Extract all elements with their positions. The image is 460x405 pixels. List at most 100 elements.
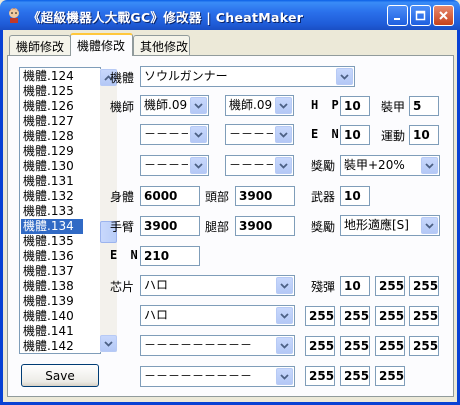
bonus2-label: 獎勵	[311, 220, 336, 234]
chevron-down-icon[interactable]	[275, 157, 292, 174]
save-button[interactable]: Save	[21, 364, 99, 387]
arm-label: 手臂	[110, 220, 135, 234]
ammo-input[interactable]: 255	[340, 306, 370, 326]
app-icon	[6, 7, 22, 23]
chevron-down-icon[interactable]	[421, 217, 438, 234]
ammo-input[interactable]: 255	[340, 336, 370, 356]
ammo-input[interactable]: 255	[375, 276, 405, 296]
list-item[interactable]: 機體.139	[21, 294, 83, 309]
list-item[interactable]: 機體.137	[21, 264, 83, 279]
en-label: E N	[110, 248, 141, 262]
pilot-select-2[interactable]: 機師.099	[225, 95, 294, 116]
chip-select-3[interactable]: －－－－－－－－－	[140, 335, 295, 356]
bonus1-label: 獎勵	[311, 159, 336, 173]
armor-input[interactable]: 5	[409, 96, 439, 116]
tab-pilot-edit[interactable]: 機師修改	[9, 35, 71, 55]
ammo-input[interactable]: 255	[409, 276, 439, 296]
mobility-label: 運動	[381, 129, 406, 143]
ammo-input[interactable]: 10	[340, 276, 370, 296]
list-item[interactable]: 機體.126	[21, 99, 83, 114]
bonus2-select[interactable]: 地形適應[S]	[340, 215, 440, 236]
list-item[interactable]: 機體.130	[21, 159, 83, 174]
pilot-select-3[interactable]: －－－－	[140, 124, 209, 145]
leg-input[interactable]: 3900	[235, 216, 295, 236]
leg-label: 腿部	[205, 220, 230, 234]
list-item[interactable]: 機體.135	[21, 234, 83, 249]
chevron-down-icon[interactable]	[276, 368, 293, 385]
list-item[interactable]: 機體.124	[21, 69, 83, 84]
chevron-down-icon[interactable]	[190, 157, 207, 174]
list-item[interactable]: 機體.125	[21, 84, 83, 99]
tab-other-edit[interactable]: 其他修改	[133, 35, 190, 55]
pilot-label: 機師	[110, 100, 135, 114]
ammo-input[interactable]: 255	[409, 336, 439, 356]
minimize-button[interactable]	[387, 5, 408, 26]
pilot-select-5[interactable]: －－－－	[140, 155, 209, 176]
weapon-input[interactable]: 10	[340, 186, 370, 206]
pilot-select-6[interactable]: －－－－	[225, 155, 294, 176]
list-item[interactable]: 機體.136	[21, 249, 83, 264]
ammo-input[interactable]: 255	[375, 336, 405, 356]
arm-input[interactable]: 3900	[140, 216, 200, 236]
chip-label: 芯片	[110, 280, 135, 294]
armor-label: 裝甲	[381, 100, 406, 114]
ammo-input[interactable]: 255	[305, 336, 335, 356]
scroll-down-button[interactable]	[100, 335, 117, 352]
chevron-down-icon[interactable]	[336, 68, 353, 85]
tab-unit-edit[interactable]: 機體修改	[70, 33, 133, 56]
chevron-down-icon[interactable]	[190, 126, 207, 143]
window-title: 《超級機器人大戰GC》修改器 | CheatMaker	[28, 10, 304, 25]
list-item[interactable]: 機體.132	[21, 189, 83, 204]
hp-input[interactable]: 10	[340, 96, 370, 116]
chip-select-1[interactable]: ハロ	[140, 275, 295, 296]
en-input[interactable]: 210	[140, 246, 200, 266]
chip-select-4[interactable]: －－－－－－－－－	[140, 366, 295, 387]
ammo-input[interactable]: 255	[340, 366, 370, 386]
list-item[interactable]: 機體.131	[21, 174, 83, 189]
maximize-button[interactable]	[410, 5, 431, 26]
list-item[interactable]: 機體.138	[21, 279, 83, 294]
weapon-label: 武器	[311, 190, 336, 204]
ammo-input[interactable]: 255	[305, 306, 335, 326]
pilot-select-1[interactable]: 機師.096	[140, 95, 209, 116]
chevron-down-icon[interactable]	[276, 277, 293, 294]
head-input[interactable]: 3900	[235, 186, 295, 206]
chevron-down-icon[interactable]	[276, 337, 293, 354]
minimize-icon	[394, 18, 400, 20]
chevron-down-icon[interactable]	[275, 126, 292, 143]
mobility-input[interactable]: 10	[409, 125, 439, 145]
head-label: 頭部	[205, 190, 230, 204]
unit-listbox[interactable]: 機體.124 機體.125 機體.126 機體.127 機體.128 機體.129 機體.1…	[19, 67, 117, 354]
chip-select-2[interactable]: ハロ	[140, 305, 295, 326]
hp-label: H P	[311, 98, 342, 112]
ammo-label: 殘彈	[311, 280, 336, 294]
pilot-select-4[interactable]: －－－－	[225, 124, 294, 145]
list-item[interactable]: 機體.127	[21, 114, 83, 129]
body-input[interactable]: 6000	[140, 186, 200, 206]
body-label: 身體	[110, 190, 135, 204]
ammo-input[interactable]: 255	[375, 306, 405, 326]
ammo-input[interactable]: 255	[305, 366, 335, 386]
list-item[interactable]: 機體.141	[21, 324, 83, 339]
list-item[interactable]: 機體.142	[21, 339, 83, 354]
chevron-down-icon[interactable]	[190, 97, 207, 114]
chevron-down-icon[interactable]	[421, 157, 438, 174]
list-item[interactable]: 機體.133	[21, 204, 83, 219]
chevron-down-icon[interactable]	[275, 97, 292, 114]
list-item[interactable]: 機體.129	[21, 144, 83, 159]
close-button[interactable]	[433, 5, 454, 26]
close-icon	[439, 11, 448, 20]
maximize-icon	[415, 10, 426, 21]
list-item[interactable]: 機體.134	[21, 219, 83, 234]
unit-select[interactable]: ソウルガンナー	[140, 66, 355, 87]
unit-label: 機體	[110, 71, 135, 85]
chevron-down-icon[interactable]	[276, 307, 293, 324]
list-item[interactable]: 機體.140	[21, 309, 83, 324]
ammo-input[interactable]: 255	[409, 306, 439, 326]
list-item[interactable]: 機體.128	[21, 129, 83, 144]
chevron-down-icon	[104, 340, 113, 347]
ammo-input[interactable]: 255	[375, 366, 405, 386]
bonus1-select[interactable]: 裝甲+20%	[340, 155, 440, 176]
en-top-input[interactable]: 10	[340, 125, 370, 145]
en-top-label: E N	[311, 127, 342, 141]
